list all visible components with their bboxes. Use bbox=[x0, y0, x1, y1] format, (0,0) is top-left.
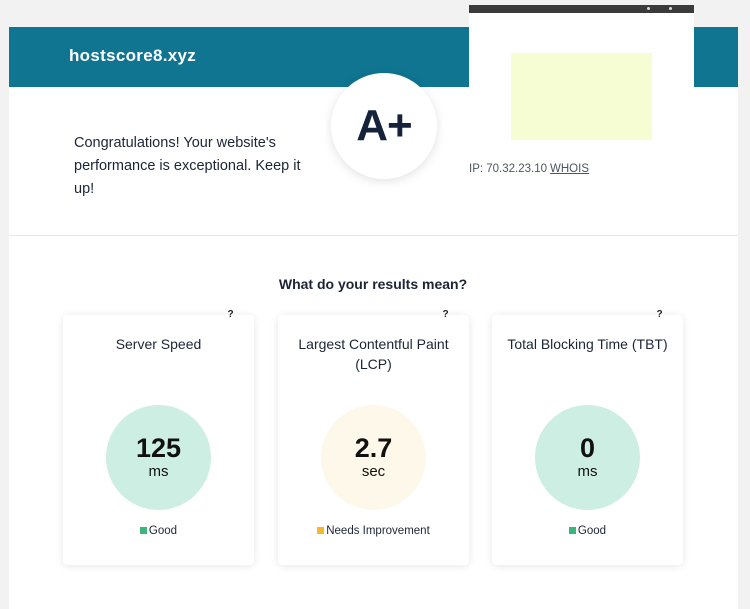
metric-label: Total Blocking Time (TBT) bbox=[507, 336, 668, 352]
help-icon[interactable]: ? bbox=[224, 308, 237, 321]
screenshot-browser-bar bbox=[469, 5, 694, 13]
metric-card-server-speed: ? Server Speed 125 ms Good bbox=[63, 309, 254, 565]
metric-status: Needs Improvement bbox=[278, 525, 469, 537]
browser-dot-icon bbox=[647, 7, 650, 10]
metric-gauge: 0 ms bbox=[535, 405, 640, 510]
metric-label: Largest Contentful Paint (LCP) bbox=[298, 336, 449, 372]
congrats-message: Congratulations! Your website's performa… bbox=[74, 135, 301, 197]
metric-value: 2.7 bbox=[354, 432, 393, 463]
metric-gauge: 2.7 sec bbox=[321, 405, 426, 510]
metric-value: 0 bbox=[579, 432, 596, 463]
status-label: Good bbox=[577, 525, 607, 537]
browser-dot-icon bbox=[669, 7, 672, 10]
help-icon[interactable]: ? bbox=[653, 308, 666, 321]
help-icon[interactable]: ? bbox=[439, 308, 452, 321]
site-domain: hostscore8.xyz bbox=[69, 46, 197, 65]
metric-card-lcp: ? Largest Contentful Paint (LCP) 2.7 sec… bbox=[278, 309, 469, 565]
status-label: Needs Improvement bbox=[326, 525, 430, 537]
status-label: Good bbox=[148, 525, 178, 537]
metric-unit: sec bbox=[361, 462, 386, 480]
divider bbox=[9, 235, 738, 236]
whois-link[interactable]: WHOIS bbox=[550, 163, 589, 175]
metric-unit: ms bbox=[577, 462, 598, 480]
results-title: What do your results mean? bbox=[278, 276, 468, 292]
metric-status: Good bbox=[492, 525, 683, 537]
grade-badge: A+ bbox=[331, 73, 437, 179]
status-dot-icon bbox=[317, 527, 325, 534]
metric-unit: ms bbox=[148, 462, 169, 480]
grade-text: A+ bbox=[356, 101, 412, 150]
status-dot-icon bbox=[568, 527, 576, 534]
metric-label: Server Speed bbox=[115, 336, 202, 352]
metric-value: 125 bbox=[135, 432, 182, 463]
ip-info: IP: 70.32.23.10 WHOIS bbox=[469, 163, 589, 175]
status-dot-icon bbox=[139, 527, 147, 534]
screenshot-preview bbox=[511, 53, 652, 140]
metric-card-tbt: ? Total Blocking Time (TBT) 0 ms Good bbox=[492, 309, 683, 565]
metric-gauge: 125 ms bbox=[106, 405, 211, 510]
ip-address: IP: 70.32.23.10 bbox=[469, 163, 548, 175]
metric-status: Good bbox=[63, 525, 254, 537]
